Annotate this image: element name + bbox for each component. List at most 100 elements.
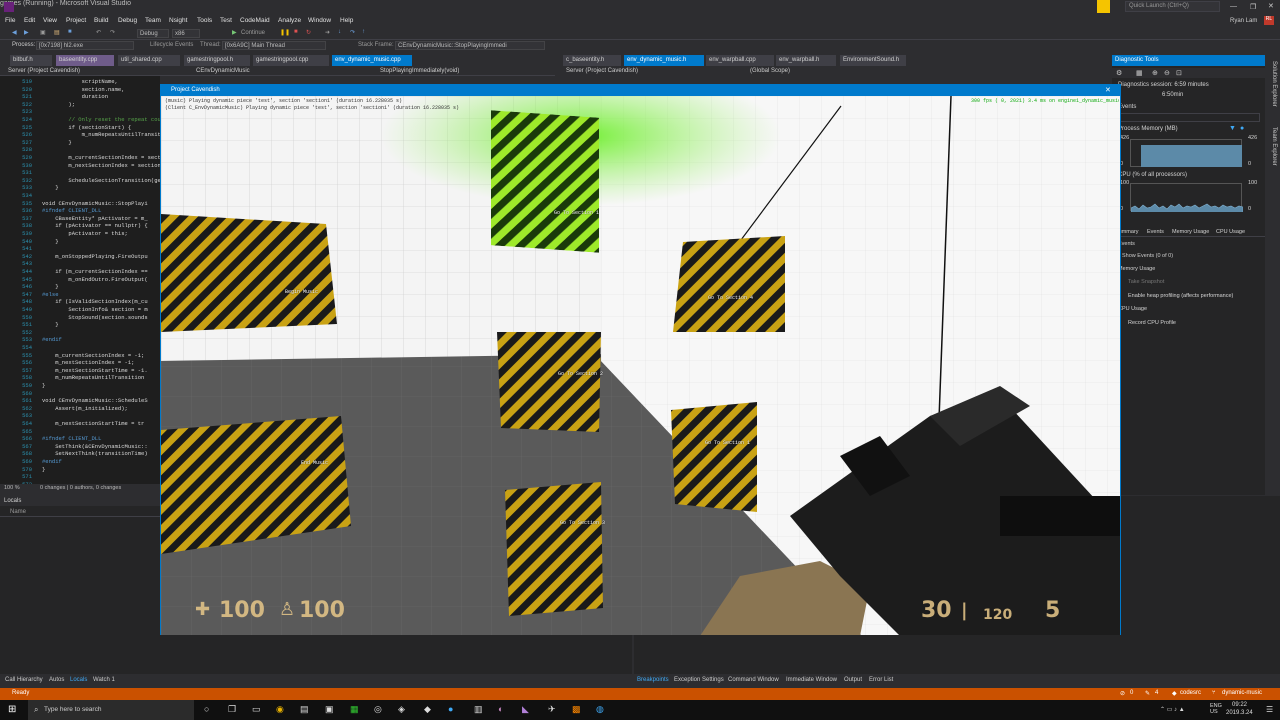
codelens-changes[interactable]: 0 changes | 0 authors, 0 changes [40, 485, 121, 491]
tab-util-shared-cpp[interactable]: util_shared.cpp [118, 55, 180, 66]
menu-project[interactable]: Project [66, 17, 86, 24]
chrome-icon[interactable]: ◉ [276, 704, 284, 715]
settings-icon[interactable]: ⚙ [1116, 69, 1122, 77]
app-icon-5[interactable]: ◐ [498, 704, 503, 714]
code-line[interactable]: } [42, 321, 58, 328]
maximize-button[interactable]: ❐ [1250, 3, 1256, 11]
tab-events[interactable]: Events [1147, 229, 1164, 235]
code-line[interactable]: if (m_currentSectionIndex == [42, 268, 147, 275]
show-next-statement-icon[interactable]: ➜ [325, 29, 330, 36]
tab-cpu-usage[interactable]: CPU Usage [1216, 229, 1245, 235]
errors-icon[interactable]: ⊘ [1120, 690, 1125, 697]
code-line[interactable]: ); [42, 101, 75, 108]
locals-column-name[interactable]: Name [10, 509, 26, 515]
tab-env-warpball-cpp[interactable]: env_warpball.cpp [706, 55, 774, 66]
memory-chart[interactable] [1130, 139, 1242, 167]
step-over-icon[interactable]: ↷ [350, 29, 355, 36]
errors-count[interactable]: 0 [1130, 690, 1133, 696]
code-line[interactable]: section.name, [42, 86, 125, 93]
code-line[interactable]: m_nextSectionStartTime = -1. [42, 367, 147, 374]
tab-autos[interactable]: Autos [49, 677, 64, 683]
menu-view[interactable]: View [43, 17, 57, 24]
zoom-level[interactable]: 100 % [4, 485, 20, 491]
steam-icon[interactable]: ◎ [374, 704, 382, 715]
step-out-icon[interactable]: ↑ [362, 29, 365, 35]
warnings-icon[interactable]: ✎ [1145, 690, 1150, 697]
menu-window[interactable]: Window [308, 17, 331, 24]
heap-profiling-checkbox[interactable]: Enable heap profiling (affects performan… [1128, 293, 1233, 299]
code-line[interactable]: } [42, 184, 58, 191]
code-line[interactable]: } [42, 139, 71, 146]
tab-immediate-window[interactable]: Immediate Window [786, 677, 837, 683]
task-view-icon[interactable]: ❐ [228, 704, 236, 715]
tab-env-dynamic-music-h[interactable]: env_dynamic_music.h [624, 55, 704, 66]
code-line[interactable]: duration [42, 93, 108, 100]
menu-tools[interactable]: Tools [197, 17, 212, 24]
back-icon[interactable]: ◀ [12, 29, 17, 36]
tab-bitbuf-h[interactable]: bitbuf.h [10, 55, 52, 66]
new-project-icon[interactable]: ▣ [40, 29, 46, 36]
project-select[interactable]: Server (Project Cavendish) [8, 68, 80, 74]
project-select-right[interactable]: Server (Project Cavendish) [566, 68, 638, 74]
tab-exception-settings[interactable]: Exception Settings [674, 677, 724, 683]
crate-begin-music[interactable] [161, 214, 337, 332]
tab-baseentity-cpp[interactable]: baseentity.cpp [56, 55, 114, 66]
calculator-icon[interactable]: ▥ [474, 704, 483, 715]
configuration-select[interactable]: Debug [137, 29, 169, 38]
code-line[interactable]: StopSound(section.sounds [42, 314, 147, 321]
code-line[interactable]: if (sectionStart) { [42, 124, 131, 131]
code-line[interactable]: #endif [42, 336, 62, 343]
code-line[interactable]: m_currentSectionIndex = -1; [42, 352, 144, 359]
reset-zoom-icon[interactable]: ⊡ [1176, 69, 1182, 77]
crate-end-music[interactable] [161, 416, 351, 554]
game-window[interactable]: Project Cavendish Go To Section 1 Begin … [160, 84, 1121, 635]
tab-watch-1[interactable]: Watch 1 [93, 677, 115, 683]
tab-memory-usage[interactable]: Memory Usage [1172, 229, 1209, 235]
crate-go-to-section-4[interactable] [673, 236, 785, 332]
stack-frame-select[interactable]: CEnvDynamicMusic::StopPlayingImmedi [395, 41, 545, 50]
zoom-out-icon[interactable]: ⊖ [1164, 69, 1170, 77]
code-line[interactable]: m_numRepeatsUntilTransition [42, 374, 144, 381]
platform-select[interactable]: x86 [172, 29, 200, 38]
branch-name[interactable]: dynamic-music [1222, 690, 1262, 696]
code-line[interactable]: if (pActivator == nullptr) { [42, 222, 147, 229]
visual-studio-icon[interactable]: ◣ [522, 704, 529, 715]
cortana-icon[interactable]: ○ [204, 704, 209, 714]
warnings-count[interactable]: 4 [1155, 690, 1158, 696]
menu-nsight[interactable]: Nsight [169, 17, 187, 24]
menu-build[interactable]: Build [94, 17, 108, 24]
events-track[interactable] [1120, 113, 1260, 122]
solution-explorer-tab[interactable]: Solution Explorer [1267, 61, 1277, 121]
crate-go-to-section-1-top[interactable] [491, 110, 599, 253]
continue-icon[interactable]: ▶ [232, 29, 237, 36]
open-folder-icon[interactable]: ▤ [54, 29, 60, 36]
tab-env-dynamic-music-cpp[interactable]: env_dynamic_music.cpp [332, 55, 412, 66]
lifecycle-events-button[interactable]: Lifecycle Events [150, 42, 193, 48]
menu-file[interactable]: File [5, 17, 15, 24]
notepad-icon[interactable]: ▦ [350, 704, 359, 715]
code-line[interactable]: CBaseEntity* pActivator = m_ [42, 215, 147, 222]
notifications-icon[interactable]: ☰ [1266, 705, 1273, 714]
forward-icon[interactable]: ▶ [24, 29, 29, 36]
avatar[interactable]: RL [1264, 16, 1274, 25]
app-icon-3[interactable]: ◆ [424, 704, 431, 715]
clock-time[interactable]: 09:22 [1232, 702, 1247, 708]
cpu-chart[interactable] [1130, 183, 1244, 212]
code-line[interactable]: } [42, 238, 58, 245]
code-line[interactable]: // Only reset the repeat cou [42, 116, 160, 123]
code-line[interactable]: m_onEndOutro.FireOutput( [42, 276, 147, 283]
tab-gamestringpool-cpp[interactable]: gamestringpool.cpp [253, 55, 329, 66]
explorer-icon[interactable]: ▤ [300, 704, 309, 715]
menu-debug[interactable]: Debug [118, 17, 137, 24]
scope-select[interactable]: (Global Scope) [750, 68, 790, 74]
close-button[interactable]: ✕ [1268, 2, 1274, 10]
thread-select[interactable]: [0x6A9C] Main Thread [222, 41, 326, 50]
app-icon-4[interactable]: ● [448, 704, 453, 714]
code-line[interactable]: SetThink(&CEnvDynamicMusic:: [42, 443, 147, 450]
tab-c-baseentity-h[interactable]: c_baseentity.h [563, 55, 621, 66]
continue-button[interactable]: Continue [241, 30, 265, 36]
code-line[interactable]: } [42, 283, 58, 290]
code-line[interactable]: SetNextThink(transitionTime) [42, 450, 147, 457]
show-events-link[interactable]: Show Events (0 of 0) [1122, 253, 1173, 259]
app-icon-8[interactable]: ◍ [596, 704, 604, 715]
